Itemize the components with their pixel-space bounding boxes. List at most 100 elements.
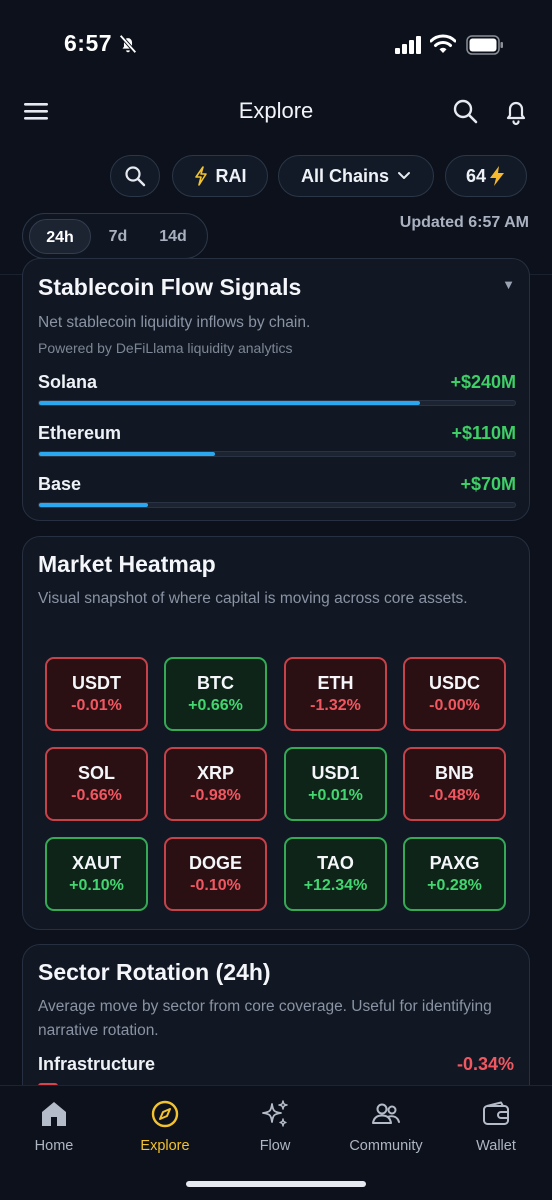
sector-row-value: -0.34%	[456, 1054, 514, 1074]
status-bar: 6:57	[0, 0, 552, 90]
time-range-selector: 24h 7d 14d	[22, 213, 208, 259]
status-time: 6:57	[64, 30, 113, 56]
tile-symbol: ETH	[317, 673, 354, 693]
heatmap-card-subtitle: Visual snapshot of where capital is movi…	[38, 590, 468, 607]
tile-change: +0.01%	[308, 787, 363, 804]
home-indicator	[186, 1181, 366, 1187]
flow-bar-fill	[39, 452, 216, 456]
heatmap-tile-usdt[interactable]: USDT -0.01%	[45, 657, 148, 731]
powered-by-text: Powered by DeFiLlama liquidity analytics	[38, 340, 293, 356]
tile-symbol: XAUT	[72, 853, 121, 873]
tile-change: +0.66%	[188, 697, 243, 714]
nav-flow[interactable]: Flow	[225, 1098, 325, 1154]
notifications-bell-icon[interactable]	[503, 98, 529, 126]
nav-wallet[interactable]: Wallet	[446, 1098, 546, 1154]
tile-change: -0.10%	[190, 877, 241, 894]
flow-chain-name: Ethereum	[38, 423, 122, 443]
chains-dropdown-label: All Chains	[300, 165, 389, 186]
tab-24h[interactable]: 24h	[29, 219, 91, 254]
heatmap-tile-tao[interactable]: TAO +12.34%	[284, 837, 387, 911]
tile-symbol: DOGE	[188, 853, 242, 873]
updated-timestamp: Updated 6:57 AM	[399, 214, 529, 231]
tile-change: -0.66%	[71, 787, 122, 804]
lightning-icon	[194, 166, 207, 186]
tile-symbol: TAO	[317, 853, 354, 873]
chevron-down-icon	[398, 172, 410, 179]
tile-change: +0.10%	[69, 877, 124, 894]
tile-change: +0.28%	[427, 877, 482, 894]
credits-count: 64	[465, 165, 487, 186]
cellular-signal-icon	[395, 36, 421, 54]
flow-bar-fill	[39, 401, 420, 405]
flow-value: +$110M	[451, 423, 516, 443]
tile-change: -0.00%	[429, 697, 480, 714]
people-icon	[372, 1103, 400, 1124]
tile-change: -1.32%	[310, 697, 361, 714]
top-app-bar: Explore	[0, 90, 552, 140]
nav-label: Flow	[259, 1138, 291, 1154]
tile-symbol: USDC	[428, 673, 480, 693]
tile-change: -0.01%	[71, 697, 122, 714]
battery-icon	[466, 35, 503, 55]
flow-chain-name: Base	[38, 474, 82, 494]
nav-label: Home	[34, 1138, 74, 1154]
collapse-caret-icon[interactable]: ▼	[502, 277, 515, 292]
flow-chain-name: Solana	[38, 372, 98, 392]
tile-change: -0.48%	[429, 787, 480, 804]
heatmap-tile-paxg[interactable]: PAXG +0.28%	[403, 837, 506, 911]
heatmap-tile-doge[interactable]: DOGE -0.10%	[164, 837, 267, 911]
tile-symbol: BNB	[435, 763, 474, 783]
heatmap-tile-bnb[interactable]: BNB -0.48%	[403, 747, 506, 821]
tile-symbol: USD1	[311, 763, 360, 783]
nav-home[interactable]: Home	[4, 1098, 104, 1154]
rai-filter-button[interactable]: RAI	[172, 155, 268, 197]
credits-button[interactable]: 64	[445, 155, 527, 197]
nav-label: Explore	[140, 1138, 190, 1154]
stablecoin-flow-card: Stablecoin Flow Signals ▼ Net stablecoin…	[22, 258, 530, 521]
wifi-icon	[430, 34, 456, 53]
heatmap-tile-btc[interactable]: BTC +0.66%	[164, 657, 267, 731]
flow-bar-track	[38, 451, 516, 457]
tile-symbol: PAXG	[429, 853, 480, 873]
rai-filter-label: RAI	[215, 165, 247, 186]
sparkle-icon	[262, 1100, 288, 1127]
wallet-icon	[483, 1101, 509, 1125]
stablecoin-card-title: Stablecoin Flow Signals	[38, 274, 302, 300]
chains-dropdown[interactable]: All Chains	[278, 155, 434, 197]
nav-label: Community	[349, 1138, 423, 1154]
nav-label: Wallet	[476, 1138, 516, 1154]
heatmap-tile-usdc[interactable]: USDC -0.00%	[403, 657, 506, 731]
stablecoin-card-subtitle: Net stablecoin liquidity inflows by chai…	[38, 314, 311, 331]
bell-off-icon	[119, 34, 137, 54]
sector-card-subtitle: Average move by sector from core coverag…	[38, 998, 492, 1039]
heatmap-card-title: Market Heatmap	[38, 551, 216, 577]
tile-change: +12.34%	[303, 877, 368, 894]
tile-symbol: SOL	[77, 763, 115, 783]
tab-14d[interactable]: 14d	[147, 219, 199, 254]
tile-symbol: BTC	[197, 673, 234, 693]
lightning-bolt-icon	[490, 166, 505, 186]
heatmap-tile-usd1[interactable]: USD1 +0.01%	[284, 747, 387, 821]
market-heatmap-card: Market Heatmap Visual snapshot of where …	[22, 536, 530, 930]
search-icon[interactable]	[452, 98, 478, 124]
flow-value: +$70M	[460, 474, 516, 494]
tile-change: -0.98%	[190, 787, 241, 804]
compass-icon	[151, 1100, 179, 1128]
filter-search-button[interactable]	[110, 155, 160, 197]
home-icon	[42, 1102, 66, 1126]
tile-symbol: USDT	[72, 673, 121, 693]
flow-bar-track	[38, 400, 516, 406]
nav-explore[interactable]: Explore	[115, 1098, 215, 1154]
flow-bar-track	[38, 502, 516, 508]
tab-7d[interactable]: 7d	[95, 219, 141, 254]
heatmap-tile-sol[interactable]: SOL -0.66%	[45, 747, 148, 821]
nav-community[interactable]: Community	[336, 1098, 436, 1154]
sector-row-name: Infrastructure	[38, 1054, 156, 1074]
flow-bar-fill	[39, 503, 149, 507]
flow-value: +$240M	[450, 372, 516, 392]
heatmap-tile-xrp[interactable]: XRP -0.98%	[164, 747, 267, 821]
tile-symbol: XRP	[196, 763, 234, 783]
sector-card-title: Sector Rotation (24h)	[38, 959, 271, 985]
heatmap-tile-xaut[interactable]: XAUT +0.10%	[45, 837, 148, 911]
heatmap-tile-eth[interactable]: ETH -1.32%	[284, 657, 387, 731]
